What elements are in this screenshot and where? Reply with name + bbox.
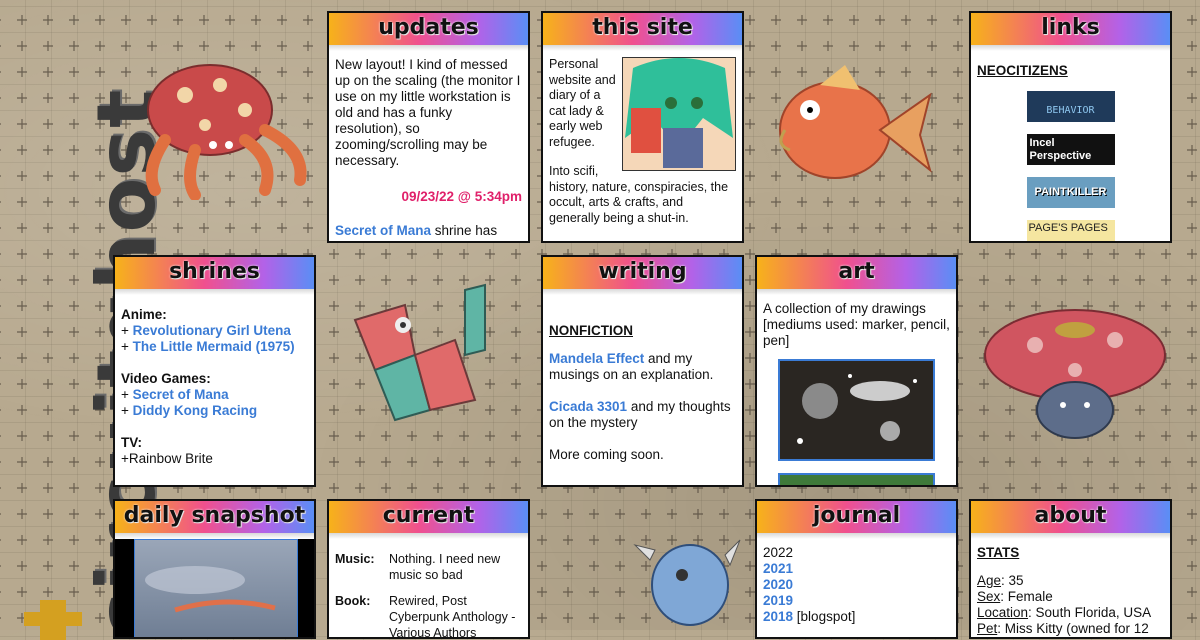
journal-year-2021[interactable]: 2021 xyxy=(763,561,793,576)
journal-year-2019[interactable]: 2019 xyxy=(763,593,793,608)
magikarp-sprite xyxy=(779,65,932,179)
stat-row: Age: 35 xyxy=(977,573,1164,589)
dratini-sprite xyxy=(633,539,741,626)
tv-label: TV: xyxy=(121,435,143,450)
link-button-behavior[interactable]: BEHAVIOR xyxy=(1026,91,1115,122)
cicada-link[interactable]: Cicada 3301 xyxy=(549,399,627,414)
journal-year-2018[interactable]: 2018 xyxy=(763,609,793,624)
plus-mark: + xyxy=(121,403,133,418)
nonfiction-heading: NONFICTION xyxy=(549,323,633,338)
stat-value: : Female xyxy=(1000,589,1053,604)
plus-mark: + xyxy=(121,387,133,402)
stat-value: : 35 xyxy=(1001,573,1024,588)
stats-heading: STATS xyxy=(977,545,1020,560)
stat-row: Pet: Miss Kitty (owned for 12 xyxy=(977,621,1164,637)
space-drawing-thumbnail[interactable] xyxy=(778,359,935,461)
green-drawing-thumbnail[interactable] xyxy=(778,473,935,487)
writing-item: Cicada 3301 and my thoughts on the myste… xyxy=(549,399,736,431)
shrines-panel: shrines Anime: + Revolutionary Girl Uten… xyxy=(113,255,316,487)
video-games-label: Video Games: xyxy=(121,371,211,386)
stat-label: Pet xyxy=(977,621,998,636)
update-timestamp: 09/23/22 @ 5:34pm xyxy=(401,189,523,204)
porygon-sprite xyxy=(353,283,486,422)
sky-snapshot-image[interactable] xyxy=(134,539,298,639)
anime-label: Anime: xyxy=(121,307,167,322)
diddy-kong-link[interactable]: Diddy Kong Racing xyxy=(133,403,258,418)
link-button-pages-pages[interactable]: PAGE'S PAGES xyxy=(1026,220,1115,241)
this-site-panel: this site Personal website and diary of … xyxy=(541,11,744,243)
more-coming-text: More coming soon. xyxy=(549,447,664,462)
music-value: Nothing. I need new music so bad xyxy=(389,552,501,582)
journal-year-row: 2022 xyxy=(763,545,950,561)
current-title: current xyxy=(329,501,528,539)
shrine-item: + Secret of Mana xyxy=(121,387,308,403)
shrine-item: + Revolutionary Girl Utena xyxy=(121,323,308,339)
secret-of-mana-shrine-link[interactable]: Secret of Mana xyxy=(133,387,229,402)
link-button-paintkiller[interactable]: PAINTKILLER xyxy=(1026,177,1115,208)
stat-row: Sex: Female xyxy=(977,589,1164,605)
mandela-effect-link[interactable]: Mandela Effect xyxy=(549,351,644,366)
update-entry-2: Secret of Mana shrine has been added and… xyxy=(335,223,522,241)
stat-label: Age xyxy=(977,573,1002,588)
secret-of-mana-link[interactable]: Secret of Mana xyxy=(335,223,431,238)
writing-title: writing xyxy=(543,257,742,295)
update-entry: New layout! I kind of messed up on the s… xyxy=(335,57,521,168)
art-title: art xyxy=(757,257,956,295)
about-rows: Age: 35 Sex: Female Location: South Florid… xyxy=(977,573,1164,637)
journal-year-row: 2020 xyxy=(763,577,950,593)
links-title: links xyxy=(971,13,1170,51)
journal-year-2020[interactable]: 2020 xyxy=(763,577,793,592)
shrines-title: shrines xyxy=(115,257,314,295)
links-panel: links NEOCITIZENS BEHAVIOR Incel Perspec… xyxy=(969,11,1172,243)
stat-label: Location xyxy=(977,605,1029,620)
current-book-row: Book: Rewired, Post Cyberpunk Anthology … xyxy=(335,593,522,639)
journal-year-note: [blogspot] xyxy=(793,609,856,624)
journal-year-row: 2018 [blogspot] xyxy=(763,609,950,625)
utena-link[interactable]: Revolutionary Girl Utena xyxy=(133,323,291,338)
book-value: Rewired, Post Cyberpunk Anthology - Vari… xyxy=(389,594,516,639)
parasect-sprite xyxy=(145,64,307,200)
logo-plus-icon-bar xyxy=(24,612,82,626)
current-panel: current Music: Nothing. I need new music… xyxy=(327,499,530,639)
about-title: about xyxy=(971,501,1170,539)
plus-mark: + xyxy=(121,339,133,354)
shrine-item: + The Little Mermaid (1975) xyxy=(121,339,308,355)
stat-label: Sex xyxy=(977,589,1001,604)
art-description: A collection of my drawings [mediums use… xyxy=(763,301,950,348)
journal-list: 2022 2021 2020 2019 2018 [blogspot] xyxy=(757,535,956,631)
writing-panel: writing NONFICTION Mandela Effect and my… xyxy=(541,255,744,487)
stat-value: : Miss Kitty (owned for 12 xyxy=(997,621,1149,636)
journal-panel: journal 2022 2021 2020 2019 2018 [blogspot] xyxy=(755,499,958,639)
site-logo[interactable]: circuitghost xyxy=(0,0,173,640)
journal-year-row: 2021 xyxy=(763,561,950,577)
music-label: Music: xyxy=(335,552,375,566)
journal-title: journal xyxy=(757,501,956,539)
about-panel: about STATS Age: 35 Sex: Female Location: … xyxy=(969,499,1172,639)
journal-year-2022: 2022 xyxy=(763,545,794,560)
writing-item: Mandela Effect and my musings on an expl… xyxy=(549,351,736,383)
book-label: Book: xyxy=(335,594,371,608)
link-button-incel-perspective[interactable]: Incel Perspective xyxy=(1026,134,1115,165)
little-mermaid-link[interactable]: The Little Mermaid (1975) xyxy=(133,339,295,354)
daily-snapshot-title: daily snapshot xyxy=(115,501,314,539)
vileplume-sprite xyxy=(984,309,1166,439)
stat-row: Location: South Florida, USA xyxy=(977,605,1164,621)
current-music-row: Music: Nothing. I need new music so bad xyxy=(335,551,522,583)
neocitizens-heading: NEOCITIZENS xyxy=(977,63,1068,78)
art-panel: art A collection of my drawings [mediums… xyxy=(755,255,958,487)
updates-panel: updates New layout! I kind of messed up … xyxy=(327,11,530,243)
shrine-item: + Diddy Kong Racing xyxy=(121,403,308,419)
anime-girl-image xyxy=(622,57,736,171)
daily-snapshot-panel: daily snapshot xyxy=(113,499,316,639)
rainbow-brite-item: +Rainbow Brite xyxy=(121,451,213,466)
updates-title: updates xyxy=(329,13,528,51)
this-site-title: this site xyxy=(543,13,742,51)
plus-mark: + xyxy=(121,323,133,338)
stat-value: : South Florida, USA xyxy=(1028,605,1152,620)
site-interests: Into scifi, history, nature, conspiracie… xyxy=(549,164,729,225)
journal-year-row: 2019 xyxy=(763,593,950,609)
